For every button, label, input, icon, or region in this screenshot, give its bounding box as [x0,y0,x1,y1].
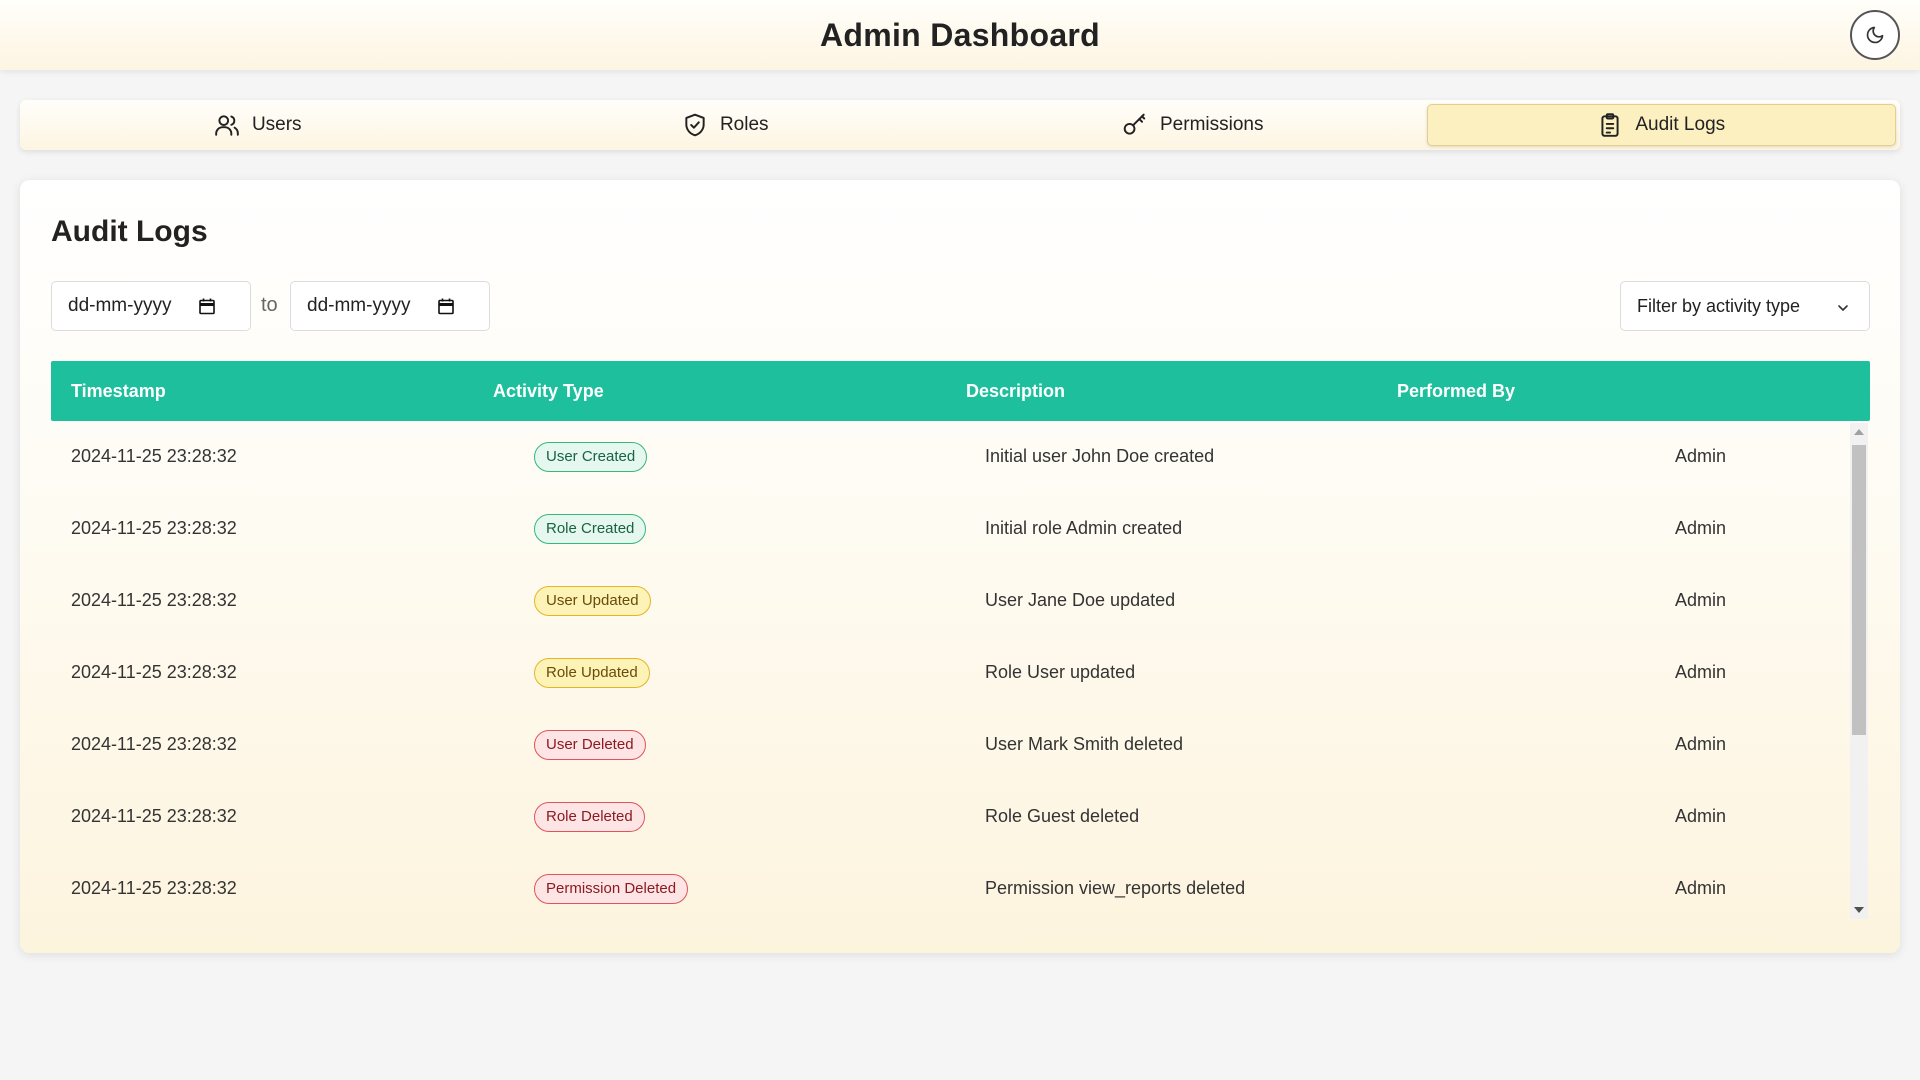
tab-audit-logs[interactable]: Audit Logs [1426,104,1896,146]
key-icon [1123,113,1146,135]
timestamp-cell: 2024-11-25 23:28:32 [71,518,237,538]
table-row[interactable]: 2024-11-25 23:28:32 User Updated User Ja… [51,565,1851,637]
activity-badge: User Created [534,442,648,472]
description-cell: User Mark Smith deleted [985,734,1184,754]
tab-label: Audit Logs [1635,114,1726,135]
timestamp-cell: 2024-11-25 23:28:32 [71,734,237,754]
activity-badge: User Updated [534,586,651,616]
activity-badge: User Deleted [534,730,646,760]
description-cell: Role User updated [985,662,1136,682]
calendar-icon[interactable] [198,297,216,315]
users-icon [215,115,239,136]
shield-icon [685,113,705,137]
description-cell: Role Guest deleted [985,806,1140,826]
calendar-icon[interactable] [437,297,455,315]
chevron-down-icon [1838,305,1848,311]
table-scrollbar[interactable] [1850,423,1868,919]
column-header-timestamp[interactable]: Timestamp [71,381,166,402]
table-row[interactable]: 2024-11-25 23:28:32 Role Deleted Role Gu… [51,781,1851,853]
description-cell: Permission view_reports deleted [985,878,1246,898]
performed-by-cell: Admin [1675,662,1727,682]
column-header-performed-by[interactable]: Performed By [1397,381,1515,402]
date-from-placeholder: dd-mm-yyyy [68,295,172,316]
filter-placeholder: Filter by activity type [1637,295,1801,316]
tab-label: Users [251,114,302,135]
performed-by-cell: Admin [1675,878,1727,898]
activity-badge: Role Deleted [534,802,645,832]
tab-label: Roles [719,114,769,135]
app-title: Admin Dashboard [819,16,1101,53]
moon-icon [1866,26,1884,44]
table-row[interactable]: 2024-11-25 23:28:32 User Created Initial… [51,421,1851,493]
scroll-up-arrow-icon[interactable] [1854,429,1864,435]
tab-bar: Users Roles Permissions Audit Logs [20,100,1900,150]
activity-badge: Role Updated [534,658,650,688]
description-cell: Initial role Admin created [985,518,1183,538]
description-cell: User Jane Doe updated [985,590,1176,610]
table-body: 2024-11-25 23:28:32 User Created Initial… [51,421,1870,921]
scroll-thumb[interactable] [1852,445,1866,735]
timestamp-cell: 2024-11-25 23:28:32 [71,662,237,682]
activity-badge: Role Created [534,514,647,544]
date-to-placeholder: dd-mm-yyyy [307,295,411,316]
date-separator: to [261,294,278,316]
clipboard-icon [1601,113,1619,137]
date-from-input[interactable]: dd-mm-yyyy [51,281,251,331]
table-row[interactable]: 2024-11-25 23:28:32 Role Updated Role Us… [51,637,1851,709]
app-header: Admin Dashboard [0,0,1920,70]
audit-logs-card: Audit Logs dd-mm-yyyy to dd-mm-yyyy Filt… [20,180,1900,953]
performed-by-cell: Admin [1675,518,1727,538]
theme-toggle-button[interactable] [1850,10,1900,60]
tab-label: Permissions [1160,114,1264,135]
tab-roles[interactable]: Roles [492,104,960,146]
column-header-activity-type[interactable]: Activity Type [493,381,604,402]
activity-badge: Permission Deleted [534,874,689,904]
tab-permissions[interactable]: Permissions [959,104,1427,146]
table-row[interactable]: 2024-11-25 23:28:32 User Deleted User Ma… [51,709,1851,781]
description-cell: Initial user John Doe created [985,446,1215,466]
timestamp-cell: 2024-11-25 23:28:32 [71,590,237,610]
column-header-description[interactable]: Description [966,381,1065,402]
timestamp-cell: 2024-11-25 23:28:32 [71,806,237,826]
scroll-down-arrow-icon[interactable] [1854,907,1864,913]
section-title: Audit Logs [51,215,208,248]
performed-by-cell: Admin [1675,734,1727,754]
table-row[interactable]: 2024-11-25 23:28:32 Permission Deleted P… [51,853,1851,921]
performed-by-cell: Admin [1675,590,1727,610]
timestamp-cell: 2024-11-25 23:28:32 [71,878,237,898]
date-to-input[interactable]: dd-mm-yyyy [290,281,490,331]
table-header: Timestamp Activity Type Description Perf… [51,361,1870,421]
tab-users[interactable]: Users [24,104,492,146]
performed-by-cell: Admin [1675,446,1727,466]
performed-by-cell: Admin [1675,806,1727,826]
timestamp-cell: 2024-11-25 23:28:32 [71,446,237,466]
activity-type-filter[interactable]: Filter by activity type [1620,281,1870,331]
table-row[interactable]: 2024-11-25 23:28:32 Role Created Initial… [51,493,1851,565]
